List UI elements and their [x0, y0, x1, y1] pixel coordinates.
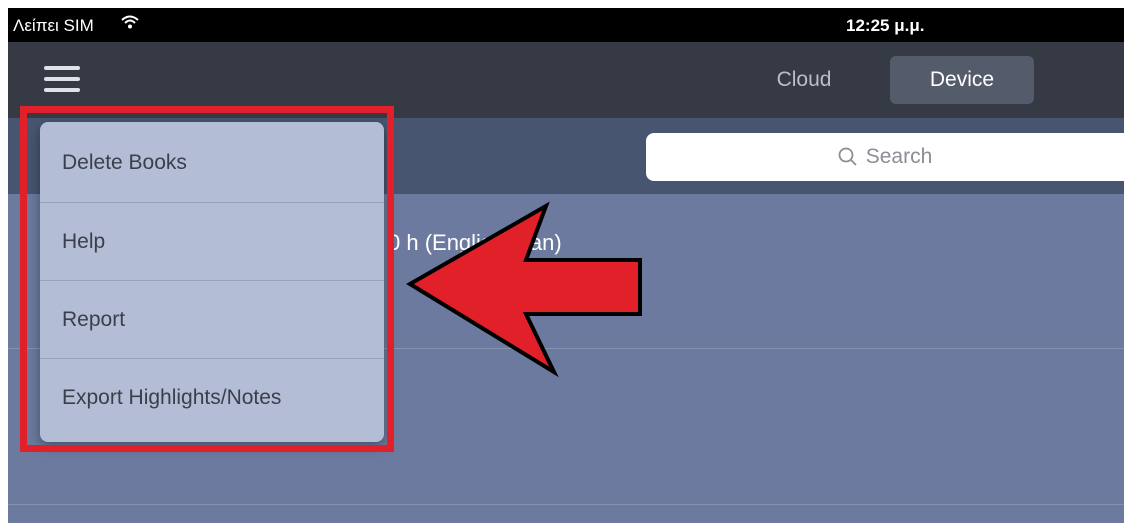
hamburger-menu-icon[interactable] [44, 66, 80, 94]
search-icon [838, 147, 857, 166]
carrier-label: Λείπει SIM [13, 16, 94, 35]
status-time: 12:25 μ.μ. [846, 16, 925, 35]
search-input[interactable]: Search [646, 133, 1124, 181]
segment-device[interactable]: Device [890, 56, 1034, 104]
status-bar: Λείπει SIM 12:25 μ.μ. [8, 8, 1124, 42]
row-divider [8, 504, 1124, 505]
wifi-icon [121, 15, 139, 34]
annotation-arrow-icon [406, 201, 642, 378]
search-placeholder: Search [865, 145, 933, 168]
segment-cloud[interactable]: Cloud [756, 56, 852, 104]
annotation-highlight-box [20, 106, 394, 452]
